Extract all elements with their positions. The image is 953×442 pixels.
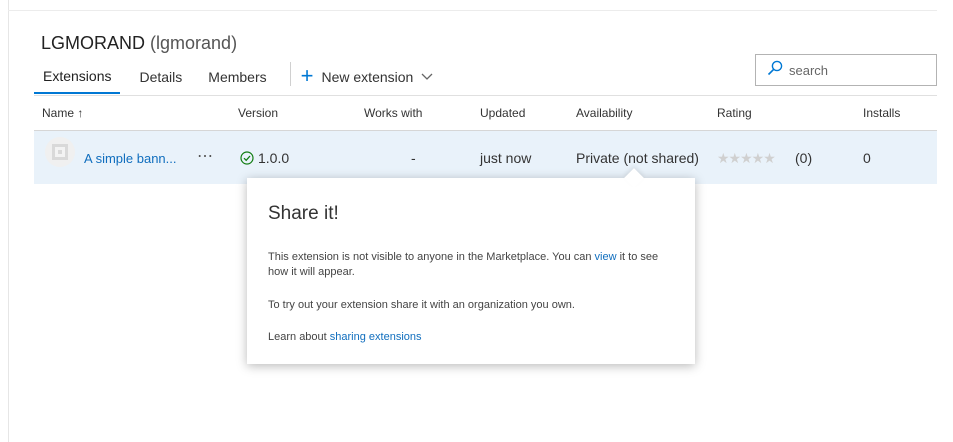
publisher-name: LGMORAND [41, 33, 146, 53]
extension-icon [45, 137, 75, 167]
callout-learn-text: Learn about sharing extensions [268, 330, 668, 345]
version-cell: 1.0.0 [240, 150, 289, 166]
column-header-availability: Availability [576, 106, 633, 120]
tab-extensions[interactable]: Extensions [34, 60, 121, 94]
top-divider [8, 10, 937, 11]
publisher-title: LGMORAND (lgmorand) [41, 33, 237, 54]
search-box[interactable] [755, 54, 937, 86]
chevron-down-icon [421, 73, 433, 81]
publisher-id: (lgmorand) [150, 33, 238, 53]
availability-value[interactable]: Private (not shared) [576, 150, 699, 166]
column-header-updated: Updated [480, 106, 526, 120]
table-header: Name ↑ Version Works with Updated Availa… [34, 95, 937, 131]
callout-text-part: This extension is not visible to anyone … [268, 251, 595, 263]
table-row[interactable]: A simple bann... ⋯ 1.0.0 - just now Priv… [34, 131, 937, 184]
version-value: 1.0.0 [258, 150, 290, 166]
tab-members[interactable]: Members [199, 60, 275, 94]
column-header-rating: Rating [717, 106, 752, 120]
new-extension-button[interactable]: + New extension [301, 60, 434, 94]
column-header-installs: Installs [863, 106, 901, 120]
callout-title: Share it! [268, 203, 339, 224]
callout-text-part: Learn about [268, 331, 330, 343]
rating-stars: ★★★★★ [717, 150, 776, 166]
column-header-name[interactable]: Name ↑ [42, 106, 83, 120]
tab-bar: Extensions Details Members + New extensi… [34, 60, 433, 94]
column-header-version: Version [238, 106, 279, 120]
search-input[interactable] [789, 62, 929, 78]
new-extension-label: New extension [321, 69, 414, 85]
callout-visibility-text: This extension is not visible to anyone … [268, 250, 668, 280]
installs-value: 0 [863, 150, 871, 166]
plus-icon: + [300, 63, 314, 88]
rating-count: (0) [795, 150, 813, 166]
extension-name-link[interactable]: A simple bann... [84, 151, 177, 166]
check-circle-icon [240, 151, 254, 165]
more-actions-button[interactable]: ⋯ [197, 146, 214, 166]
sharing-extensions-link[interactable]: sharing extensions [330, 331, 422, 343]
works-with-value: - [411, 150, 416, 166]
view-link[interactable]: view [595, 251, 617, 263]
search-icon [767, 60, 783, 81]
left-border [8, 0, 9, 442]
callout-share-text: To try out your extension share it with … [268, 299, 575, 311]
tab-details[interactable]: Details [130, 60, 191, 94]
share-callout: Share it! This extension is not visible … [247, 178, 695, 364]
column-header-works-with: Works with [364, 106, 423, 120]
tab-separator [289, 62, 291, 86]
updated-value: just now [480, 150, 532, 166]
